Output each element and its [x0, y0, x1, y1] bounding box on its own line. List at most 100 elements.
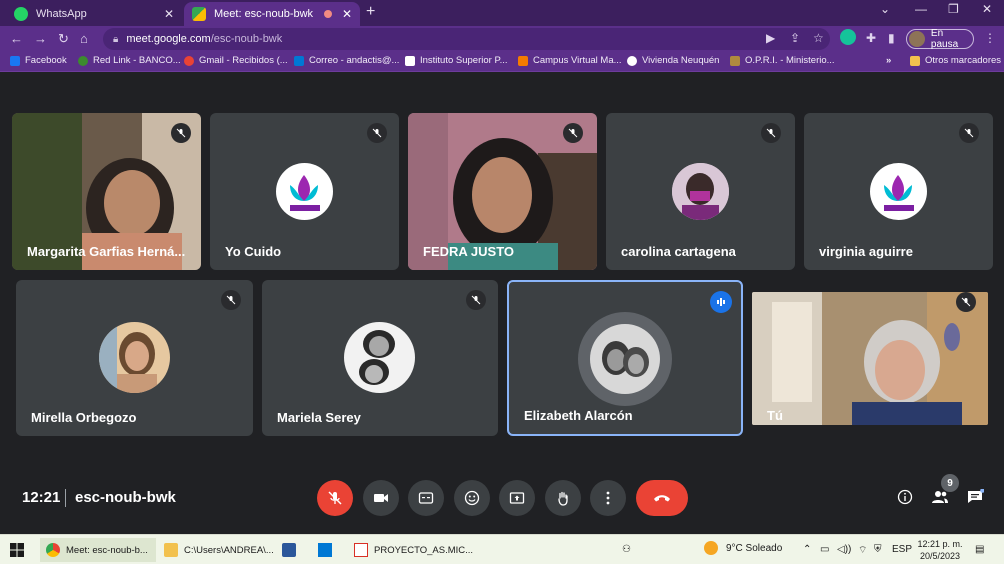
toggle-mic-button[interactable] — [317, 480, 353, 516]
mic-off-icon — [761, 123, 781, 143]
mic-off-icon — [959, 123, 979, 143]
participant-tile[interactable]: Mariela Serey — [262, 280, 498, 436]
security-icon[interactable]: ⛨ — [874, 544, 882, 555]
participant-tile-speaking[interactable]: Elizabeth Alarcón — [507, 280, 743, 436]
people-button[interactable] — [931, 489, 949, 510]
taskbar-item-chrome[interactable]: Meet: esc-noub-b... — [40, 538, 156, 562]
forward-icon[interactable]: → — [34, 31, 47, 46]
present-button[interactable] — [499, 480, 535, 516]
extension-grammarly-icon[interactable] — [840, 29, 856, 45]
video-camera-icon — [374, 494, 388, 502]
wifi-icon[interactable]: ⌔ — [858, 544, 867, 557]
participant-name: Mirella Orbegozo — [31, 410, 137, 425]
participant-tile[interactable]: Mirella Orbegozo — [16, 280, 253, 436]
input-language[interactable]: ESP — [892, 544, 912, 555]
leave-call-button[interactable] — [636, 480, 688, 516]
home-icon[interactable]: ⌂ — [80, 31, 88, 46]
sidepanel-icon[interactable]: ▮ — [888, 31, 895, 45]
bookmark-facebook[interactable]: Facebook — [10, 55, 67, 66]
taskbar-item-explorer[interactable]: C:\Users\ANDREA\... — [164, 538, 274, 562]
mic-off-icon — [466, 290, 486, 310]
camera-icon[interactable]: ▶ — [766, 31, 775, 45]
mic-off-icon — [328, 491, 342, 505]
participant-tile[interactable]: Yo Cuido — [210, 113, 399, 270]
more-vert-icon — [606, 491, 610, 505]
bookmark-label: Red Link - BANCO... — [93, 55, 181, 66]
reload-icon[interactable]: ↻ — [58, 31, 69, 47]
bookmark-outlook[interactable]: Correo - andactis@... — [294, 55, 399, 66]
mic-off-icon — [171, 123, 191, 143]
recording-dot-icon — [323, 10, 332, 18]
url-path: /esc-noub-bwk — [210, 33, 283, 45]
bookmark-label: Gmail - Recibidos (... — [199, 55, 288, 66]
bookmark-opri[interactable]: O.P.R.I. - Ministerio... — [730, 55, 835, 66]
avatar — [344, 322, 415, 393]
close-icon[interactable]: ✕ — [342, 7, 352, 21]
weather-text: 9°C Soleado — [726, 542, 783, 554]
tab-whatsapp[interactable]: WhatsApp ✕ — [6, 2, 182, 26]
taskbar-item-pdf[interactable]: PROYECTO_AS.MIC... — [354, 538, 473, 562]
chat-button[interactable] — [966, 488, 985, 510]
more-options-button[interactable] — [590, 480, 626, 516]
bookmark-label: Campus Virtual Ma... — [533, 55, 622, 66]
participant-tile[interactable]: virginia aguirre — [804, 113, 993, 270]
browser-toolbar: ← → ↻ ⌂ 🔒︎ meet.google.com /esc-noub-bwk… — [0, 26, 1004, 52]
participant-name: Yo Cuido — [225, 244, 282, 259]
weather-widget[interactable]: 9°C Soleado — [704, 541, 782, 555]
bookmark-redlink[interactable]: Red Link - BANCO... — [78, 55, 181, 66]
participant-name: Mariela Serey — [277, 410, 361, 425]
toggle-camera-button[interactable] — [363, 480, 399, 516]
participant-tile-self[interactable]: Tú — [752, 292, 988, 425]
participant-name: Tú — [767, 408, 783, 423]
bookmark-gmail[interactable]: Gmail - Recibidos (... — [184, 55, 288, 66]
bookmark-label: Facebook — [25, 55, 67, 66]
minimize-button[interactable]: — — [915, 2, 927, 16]
bookmark-label: O.P.R.I. - Ministerio... — [745, 55, 835, 66]
bookmarks-overflow-icon[interactable]: » — [886, 55, 891, 66]
bookmark-campus[interactable]: Campus Virtual Ma... — [518, 55, 622, 66]
profile-button[interactable]: En pausa — [906, 28, 974, 50]
lock-icon: 🔒︎ — [113, 33, 119, 45]
close-icon[interactable]: ✕ — [164, 7, 174, 21]
volume-icon[interactable]: ◁)) — [837, 544, 851, 555]
tab-meet[interactable]: Meet: esc-noub-bwk ✕ — [184, 2, 360, 26]
notifications-icon[interactable]: ▤ — [975, 544, 984, 555]
document-icon — [405, 55, 415, 66]
extensions-icon[interactable]: ✚ — [866, 31, 876, 45]
taskbar-item-app[interactable] — [318, 538, 338, 562]
close-window-button[interactable]: ✕ — [982, 2, 992, 16]
bookmark-label: Instituto Superior P... — [420, 55, 508, 66]
emoji-icon — [464, 490, 480, 506]
sun-icon — [704, 541, 718, 555]
participant-tile[interactable]: Margarita Garfias Herná... — [12, 113, 201, 270]
reactions-button[interactable] — [454, 480, 490, 516]
bookmark-others[interactable]: Otros marcadores — [910, 55, 1001, 66]
captions-button[interactable] — [408, 480, 444, 516]
new-tab-button[interactable]: + — [366, 3, 375, 21]
yo-cuido-logo — [276, 163, 333, 220]
tab-search-icon[interactable]: ⌄ — [880, 2, 890, 16]
participant-tile[interactable]: FEDRA JUSTO — [408, 113, 597, 270]
back-icon[interactable]: ← — [10, 31, 23, 46]
taskbar-item-word[interactable] — [282, 538, 302, 562]
share-icon[interactable]: ⇪ — [790, 31, 800, 45]
start-button[interactable] — [10, 538, 24, 562]
battery-icon[interactable]: ▭ — [820, 544, 829, 555]
audio-level-icon — [710, 291, 732, 313]
maximize-button[interactable]: ❐ — [948, 2, 959, 16]
meeting-code: esc-noub-bwk — [75, 489, 176, 506]
menu-icon[interactable]: ⋮ — [984, 31, 996, 45]
clock-area[interactable]: 12:21 p. m. 20/5/2023 — [917, 538, 963, 562]
people-tray-icon[interactable]: ⚇ — [622, 544, 631, 555]
chevron-up-icon[interactable]: ⌃ — [803, 544, 811, 555]
star-icon[interactable]: ☆ — [813, 31, 824, 45]
taskbar-label: C:\Users\ANDREA\... — [184, 544, 274, 556]
bookmark-vivienda[interactable]: Vivienda Neuquén — [627, 55, 719, 66]
participant-tile[interactable]: carolina cartagena — [606, 113, 795, 270]
participant-name: virginia aguirre — [819, 244, 913, 259]
address-bar[interactable]: 🔒︎ meet.google.com /esc-noub-bwk — [103, 28, 830, 50]
raise-hand-button[interactable] — [545, 480, 581, 516]
mic-off-icon — [563, 123, 583, 143]
meeting-details-button[interactable] — [897, 489, 913, 510]
bookmark-instituto[interactable]: Instituto Superior P... — [405, 55, 508, 66]
